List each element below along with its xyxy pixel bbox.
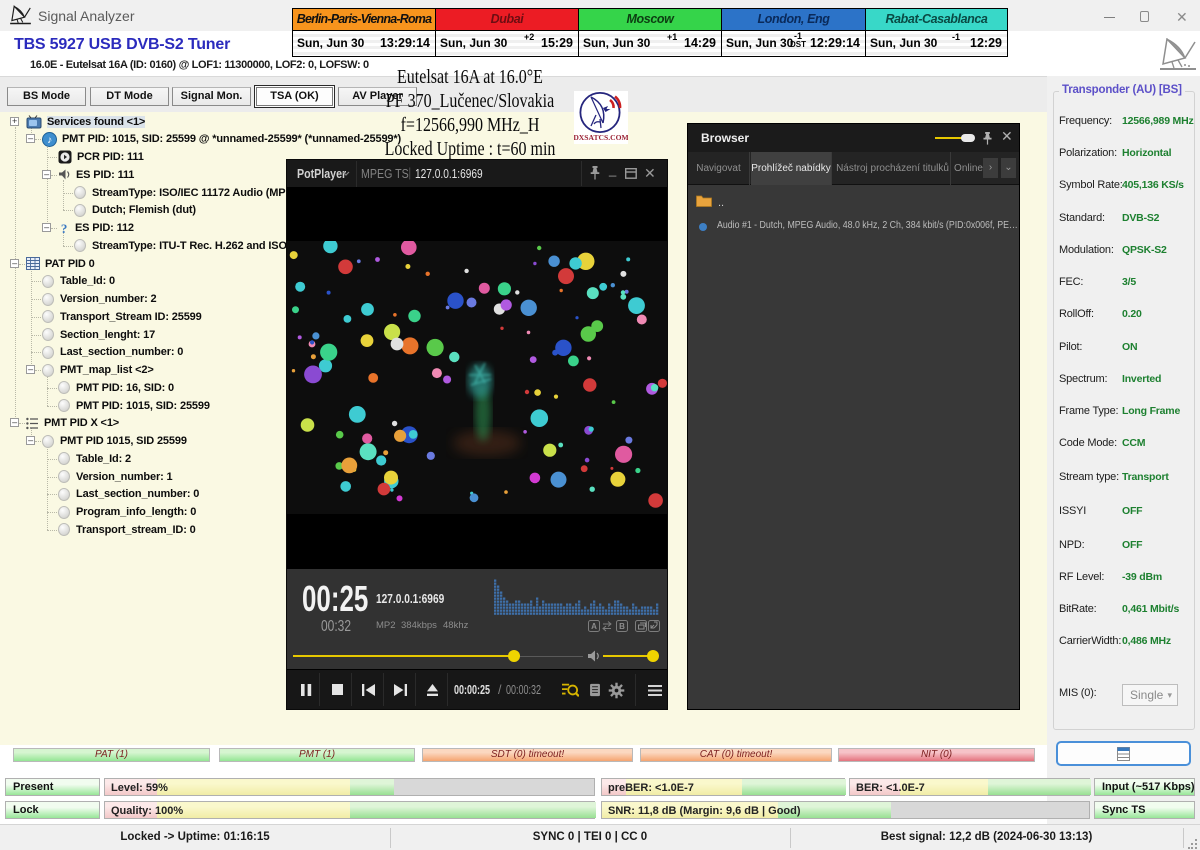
svg-text:♪: ♪ [47,135,52,146]
svg-text:B: B [619,622,625,631]
svg-text:DXSATCS.COM: DXSATCS.COM [574,133,628,142]
svg-text:?: ? [61,221,67,235]
svg-text:A: A [591,622,597,631]
